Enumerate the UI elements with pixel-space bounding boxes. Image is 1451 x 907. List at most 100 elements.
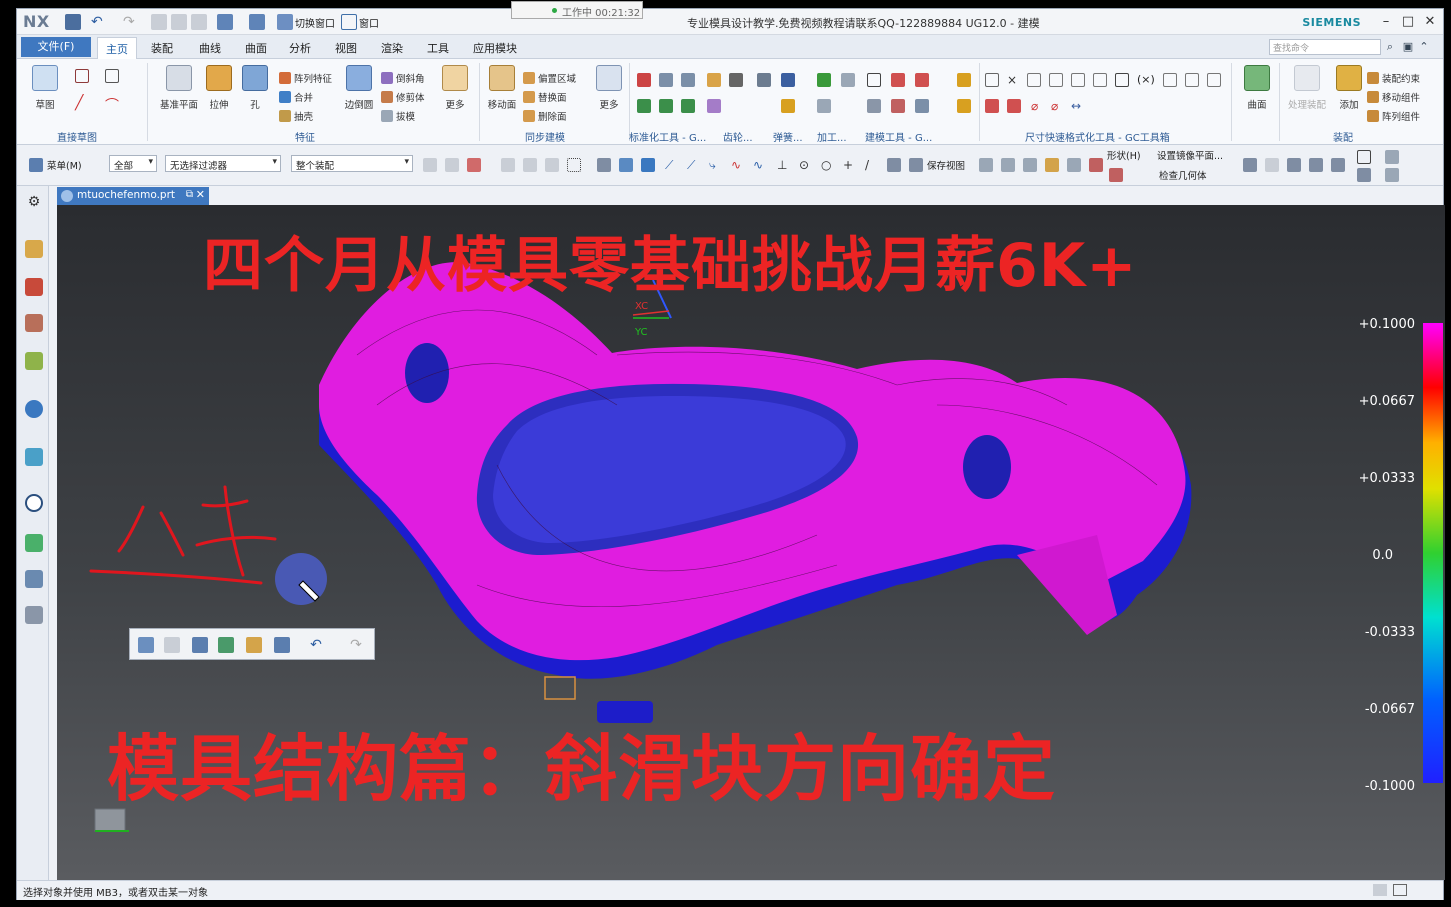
group-dim-tools[interactable]: 尺寸快速格式化工具 - GC工具箱 <box>1025 129 1170 144</box>
dim-format-icon[interactable]: ⌀ <box>1051 99 1065 113</box>
machining-icon[interactable] <box>817 99 831 113</box>
extrude-button[interactable]: 拉伸 <box>201 65 237 121</box>
group-spring[interactable]: 弹簧... <box>773 129 803 144</box>
type-filter-dropdown[interactable]: 全部 <box>109 155 157 172</box>
mini-tool-icon[interactable] <box>218 637 234 653</box>
switch-window-icon[interactable] <box>277 14 293 30</box>
std-tool-icon[interactable] <box>637 99 651 113</box>
snap-icon[interactable] <box>523 158 537 172</box>
command-search-input[interactable]: 查找命令 <box>1269 39 1381 55</box>
check-geometry-button[interactable]: 检查几何体 <box>1159 168 1207 182</box>
shell-button[interactable]: 抽壳 <box>279 109 313 125</box>
shape-icon[interactable] <box>1109 168 1123 182</box>
layer-icon[interactable] <box>1265 158 1279 172</box>
mini-tool-icon[interactable] <box>192 637 208 653</box>
paste-icon[interactable] <box>191 14 207 30</box>
assembly-constraint-button[interactable]: 装配约束 <box>1367 71 1420 87</box>
tab-render[interactable]: 渲染 <box>381 40 403 56</box>
gear-icon[interactable] <box>707 99 721 113</box>
tab-applications[interactable]: 应用模块 <box>473 40 517 56</box>
menu-button[interactable]: 菜单(M) <box>47 158 82 172</box>
window-icon[interactable] <box>341 14 357 30</box>
snap-icon[interactable] <box>641 158 655 172</box>
repeat-command-icon[interactable] <box>217 14 233 30</box>
touch-mode-icon[interactable] <box>249 14 265 30</box>
mini-tool-icon[interactable] <box>246 637 262 653</box>
chamfer-button[interactable]: 倒斜角 <box>381 71 425 87</box>
dim-format-icon[interactable] <box>1185 73 1199 87</box>
snap-icon[interactable]: ⟋ <box>665 158 679 172</box>
view-icon[interactable] <box>1023 158 1037 172</box>
undo-icon[interactable]: ↶ <box>308 637 324 653</box>
dim-tool-icon[interactable] <box>957 99 971 113</box>
group-machining[interactable]: 加工... <box>817 129 847 144</box>
dim-format-icon[interactable] <box>1049 73 1063 87</box>
search-icon[interactable]: ⌕ <box>1383 40 1397 54</box>
set-mirror-plane-button[interactable]: 设置镜像平面... <box>1157 148 1223 162</box>
view-icon[interactable] <box>1067 158 1081 172</box>
offset-region-button[interactable]: 偏置区域 <box>523 71 576 87</box>
group-modeling-tools[interactable]: 建模工具 - G... <box>865 129 932 144</box>
modeling-tool-icon[interactable] <box>891 73 905 87</box>
sketch-button[interactable]: 草图 <box>27 65 63 121</box>
pin-icon[interactable]: ⧉ <box>186 189 193 200</box>
redo-icon[interactable]: ↷ <box>123 14 139 30</box>
minimize-icon[interactable]: – <box>1377 13 1395 31</box>
snap-icon[interactable]: / <box>865 158 879 172</box>
dim-format-icon[interactable] <box>1007 99 1021 113</box>
snap-icon[interactable] <box>619 158 633 172</box>
dim-format-icon[interactable] <box>1071 73 1085 87</box>
copy-icon[interactable] <box>171 14 187 30</box>
dim-format-icon[interactable]: × <box>1007 73 1021 87</box>
layer-icon[interactable] <box>1243 158 1257 172</box>
maximize-icon[interactable]: □ <box>1399 13 1417 31</box>
snap-icon[interactable]: ○ <box>821 158 835 172</box>
save-icon[interactable] <box>65 14 81 30</box>
layer-icon[interactable] <box>1309 158 1323 172</box>
tab-assembly[interactable]: 装配 <box>151 40 173 56</box>
dim-format-icon[interactable] <box>985 99 999 113</box>
mini-tool-icon[interactable] <box>274 637 290 653</box>
status-icon[interactable] <box>1373 884 1387 896</box>
draft-button[interactable]: 拔模 <box>381 109 415 125</box>
handle-assembly-button[interactable]: 处理装配 <box>1285 65 1329 121</box>
snap-icon[interactable]: ∿ <box>731 158 745 172</box>
unite-button[interactable]: 合并 <box>279 90 313 106</box>
save-view-button[interactable]: 保存视图 <box>927 158 965 172</box>
machining-icon[interactable] <box>817 73 831 87</box>
filter-icon[interactable] <box>467 158 481 172</box>
display-icon[interactable] <box>1385 150 1399 164</box>
snap-icon[interactable] <box>887 158 901 172</box>
spring-icon[interactable] <box>757 73 771 87</box>
redo-icon[interactable]: ↷ <box>348 637 364 653</box>
clock-icon[interactable] <box>25 494 43 512</box>
dim-tool-icon[interactable] <box>957 73 971 87</box>
status-icon[interactable] <box>1393 884 1407 896</box>
dim-format-icon[interactable] <box>1163 73 1177 87</box>
collapse-ribbon-icon[interactable]: ⌃ <box>1417 40 1431 54</box>
snap-icon[interactable]: ⟋ <box>687 158 701 172</box>
tab-view[interactable]: 视图 <box>335 40 357 56</box>
snap-icon[interactable] <box>567 158 581 172</box>
switch-window-label[interactable]: 切换窗口 <box>295 15 335 30</box>
view-icon[interactable] <box>1045 158 1059 172</box>
modeling-tool-icon[interactable] <box>867 73 881 87</box>
std-tool-icon[interactable] <box>659 73 673 87</box>
add-component-button[interactable]: 添加 <box>1331 65 1367 121</box>
snap-icon[interactable]: ⊙ <box>799 158 813 172</box>
filter-icon[interactable] <box>445 158 459 172</box>
mini-tool-icon[interactable] <box>164 637 180 653</box>
dim-format-icon[interactable] <box>1027 73 1041 87</box>
menu-icon[interactable] <box>29 158 43 172</box>
file-menu-button[interactable]: 文件(F) <box>21 37 91 57</box>
filter-icon[interactable] <box>423 158 437 172</box>
profile-icon[interactable] <box>75 69 89 83</box>
save-view-icon[interactable] <box>909 158 923 172</box>
gear-icon[interactable] <box>707 73 721 87</box>
spring-icon[interactable] <box>781 73 795 87</box>
reuse-library-icon[interactable] <box>25 352 43 370</box>
modeling-tool-icon[interactable] <box>915 99 929 113</box>
view-icon[interactable] <box>1089 158 1103 172</box>
cut-icon[interactable] <box>151 14 167 30</box>
tab-curve[interactable]: 曲线 <box>199 40 221 56</box>
